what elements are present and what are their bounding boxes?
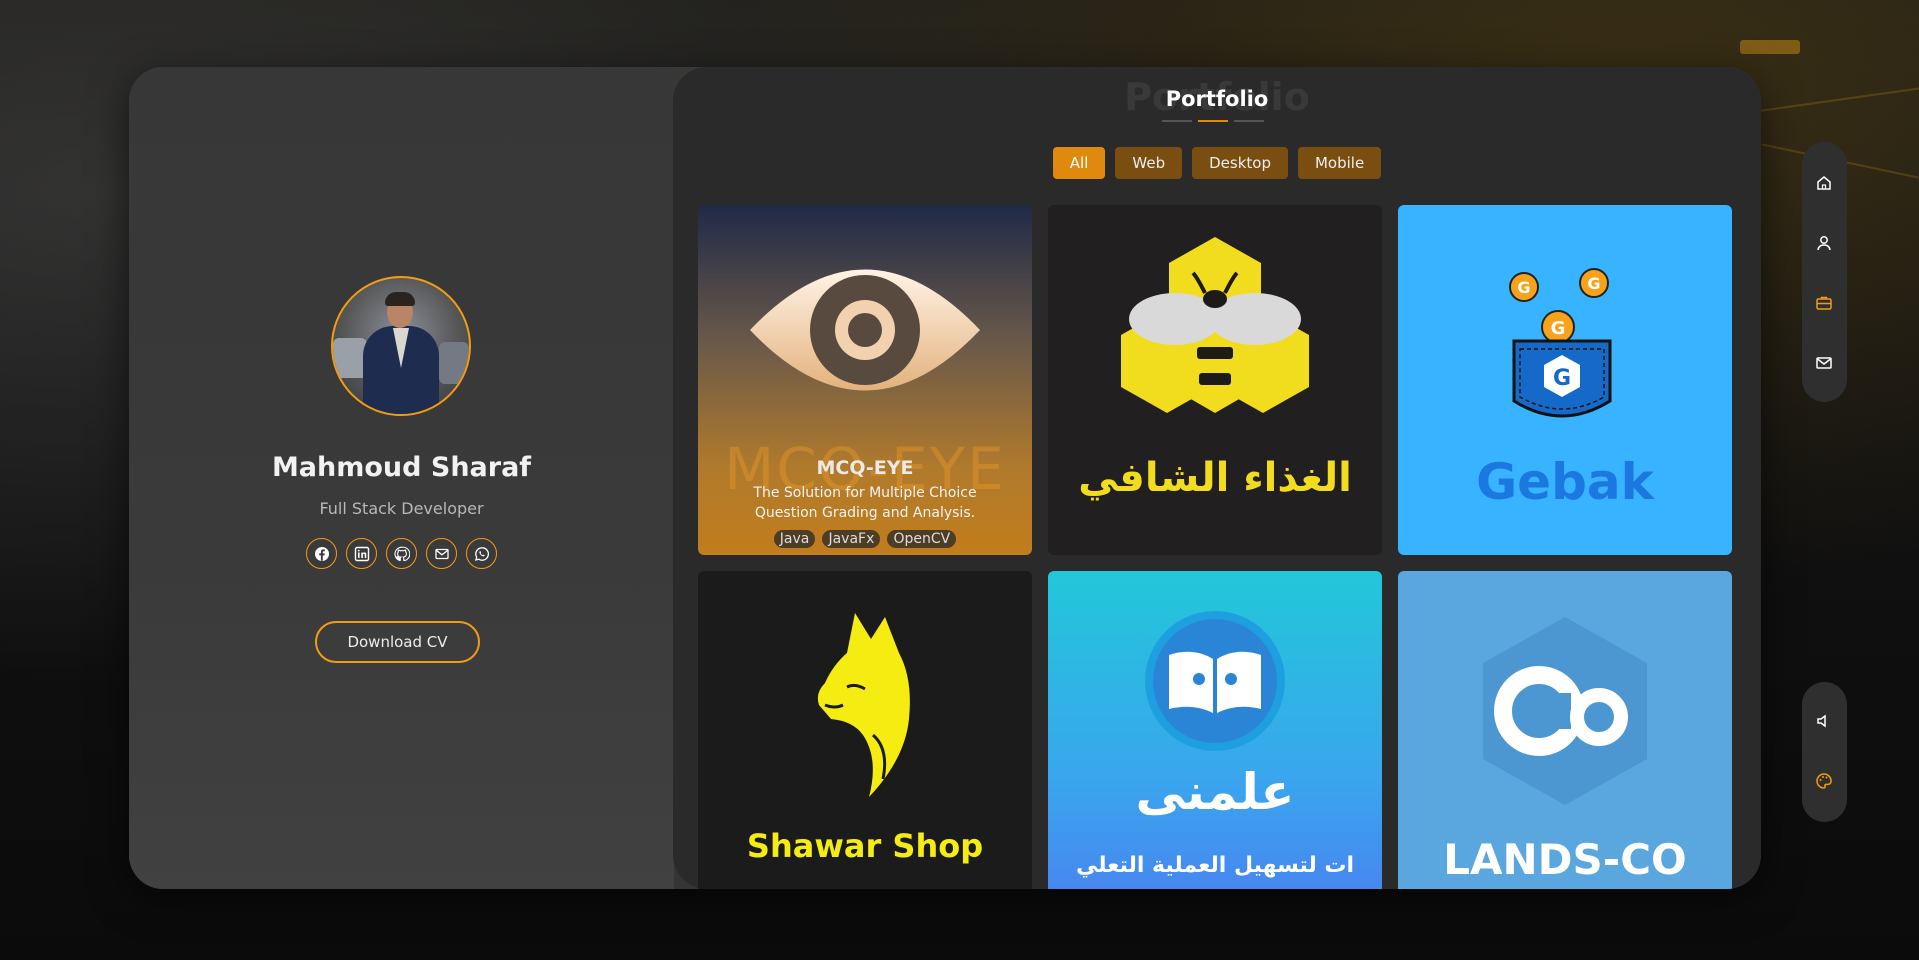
avatar-bg-car bbox=[333, 338, 367, 378]
bee-logo-icon bbox=[1121, 237, 1309, 413]
filter-bar: All Web Desktop Mobile bbox=[673, 147, 1761, 179]
background-line bbox=[1740, 40, 1800, 54]
profile-name: Mahmoud Sharaf bbox=[271, 452, 532, 483]
project-logo-subtitle: ات لتسهيل العملية التعلي bbox=[1075, 853, 1355, 878]
filter-mobile-button[interactable]: Mobile bbox=[1297, 147, 1382, 179]
mail-icon[interactable] bbox=[426, 538, 457, 569]
mail-icon[interactable] bbox=[1813, 352, 1835, 374]
book-logo-icon bbox=[1145, 611, 1285, 751]
eye-logo-icon bbox=[750, 269, 980, 391]
tool-nav bbox=[1802, 682, 1847, 822]
project-card-gebak[interactable]: G G G G Gebak bbox=[1398, 205, 1732, 555]
title-underline bbox=[1234, 120, 1264, 122]
download-cv-button[interactable]: Download CV bbox=[315, 621, 480, 663]
profile-role: Full Stack Developer bbox=[319, 499, 484, 518]
avatar bbox=[331, 276, 471, 416]
project-logo-text: علمنى bbox=[1135, 763, 1295, 821]
title-underline-accent bbox=[1198, 120, 1228, 122]
project-description: The Solution for Multiple Choice Questio… bbox=[753, 485, 977, 521]
profile-card: Mahmoud Sharaf Full Stack Developer Down… bbox=[129, 67, 674, 889]
project-card-shawar-shop[interactable]: Shawar Shop bbox=[698, 571, 1032, 889]
project-logo-text: الغذاء الشافي bbox=[1078, 455, 1352, 501]
avatar-hair bbox=[385, 292, 415, 306]
volume-icon[interactable] bbox=[1813, 710, 1835, 732]
palette-icon[interactable] bbox=[1813, 770, 1835, 792]
filter-web-button[interactable]: Web bbox=[1115, 147, 1183, 179]
title-underline bbox=[1162, 120, 1192, 122]
project-tags: Java JavaFx OpenCV bbox=[698, 528, 1032, 548]
main-frame: Mahmoud Sharaf Full Stack Developer Down… bbox=[129, 67, 1761, 889]
social-links bbox=[129, 538, 674, 569]
project-logo-text: LANDS-CO bbox=[1443, 835, 1687, 884]
whatsapp-icon[interactable] bbox=[466, 538, 497, 569]
project-logo-text: Shawar Shop bbox=[746, 827, 984, 865]
project-title: MCQ-EYE bbox=[816, 457, 914, 479]
facebook-icon[interactable] bbox=[306, 538, 337, 569]
side-nav bbox=[1802, 142, 1847, 402]
home-icon[interactable] bbox=[1813, 172, 1835, 194]
filter-desktop-button[interactable]: Desktop bbox=[1192, 147, 1288, 179]
background-line bbox=[1740, 87, 1919, 115]
project-card-allimni[interactable]: علمنى ات لتسهيل العملية التعلي bbox=[1048, 571, 1382, 889]
briefcase-icon[interactable] bbox=[1813, 292, 1835, 314]
project-card-lands-co[interactable]: LANDS-CO bbox=[1398, 571, 1732, 889]
linkedin-icon[interactable] bbox=[346, 538, 377, 569]
portfolio-panel: Portfolio Portfolio All Web Desktop Mobi… bbox=[673, 67, 1761, 889]
tag: JavaFx bbox=[822, 530, 881, 548]
lynx-logo-icon bbox=[817, 613, 910, 797]
svg-text:G: G bbox=[1587, 274, 1600, 293]
tag: OpenCV bbox=[887, 530, 957, 548]
page-title: Portfolio bbox=[1165, 87, 1269, 111]
svg-text:G: G bbox=[1517, 278, 1530, 297]
filter-all-button[interactable]: All bbox=[1052, 147, 1106, 179]
project-logo-text: Gebak bbox=[1476, 453, 1654, 511]
svg-text:G: G bbox=[1551, 318, 1566, 339]
project-card-healthy-food[interactable]: الغذاء الشافي bbox=[1048, 205, 1382, 555]
svg-text:G: G bbox=[1553, 366, 1571, 391]
github-icon[interactable] bbox=[386, 538, 417, 569]
tag: Java bbox=[773, 530, 816, 548]
user-icon[interactable] bbox=[1813, 232, 1835, 254]
lands-co-logo-icon bbox=[1483, 617, 1647, 805]
pocket-coins-logo-icon: G G G G bbox=[1509, 268, 1612, 418]
project-card-mcq-eye[interactable]: MCQ-EYE MCQ-EYE The Solution for Multipl… bbox=[698, 205, 1032, 555]
avatar-bg-car bbox=[439, 342, 469, 384]
